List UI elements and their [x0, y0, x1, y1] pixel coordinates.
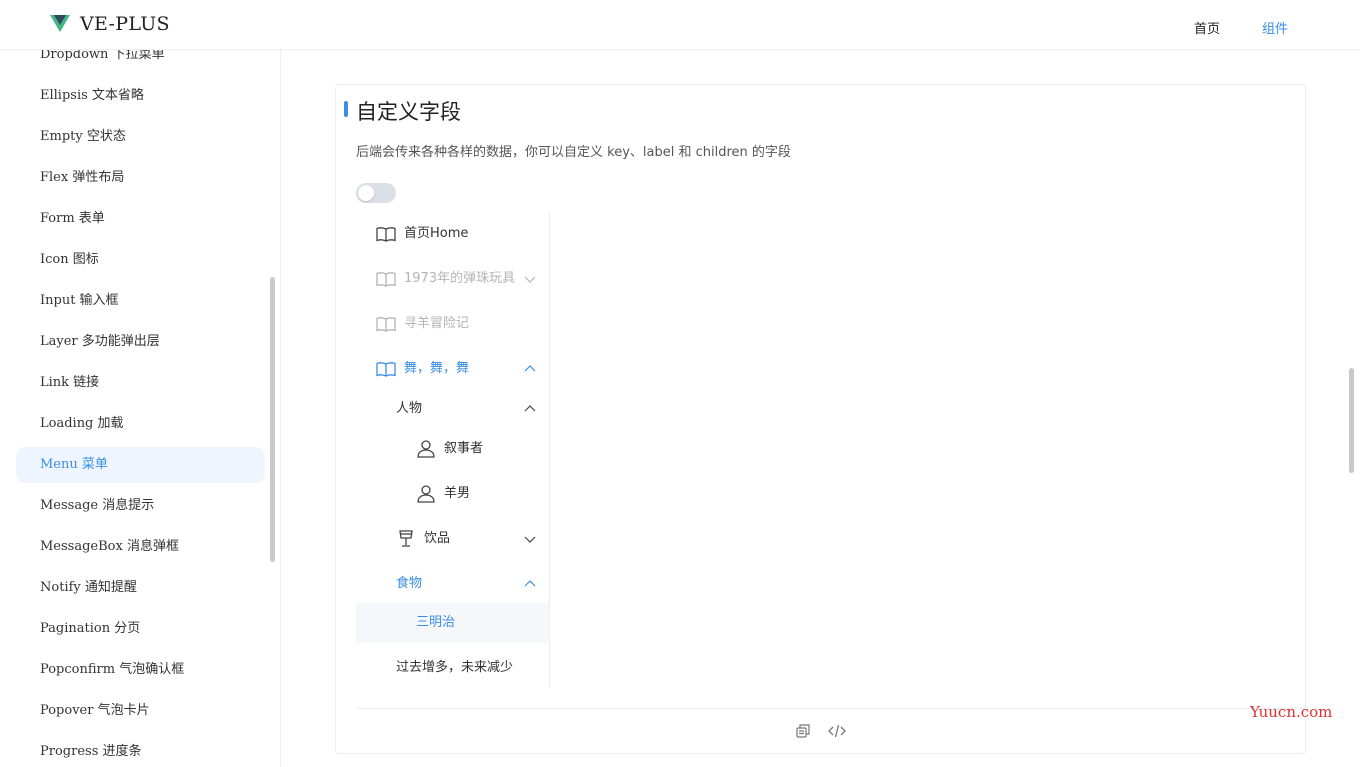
- sidebar-item-icon[interactable]: Icon 图标: [16, 242, 265, 278]
- menu-item-past-more[interactable]: 过去增多，未来减少: [356, 648, 549, 688]
- sidebar-item-dropdown[interactable]: Dropdown 下拉菜单: [16, 50, 265, 73]
- demo-menu: 首页Home 1973年的弹珠玩具 寻羊冒险记 舞，舞，舞 人物 叙事者 羊男 …: [356, 212, 550, 688]
- user-icon: [417, 440, 435, 458]
- sidebar-item-message[interactable]: Message 消息提示: [16, 488, 265, 524]
- menu-item-label: 首页Home: [404, 226, 469, 241]
- sidebar-item-form[interactable]: Form 表单: [16, 201, 265, 237]
- chevron-down-icon: [524, 276, 536, 283]
- menu-item-label: 三明治: [416, 615, 456, 630]
- top-header: VE-PLUS 首页 组件: [0, 0, 1360, 50]
- menu-item-narrator[interactable]: 叙事者: [356, 429, 549, 469]
- section-description: 后端会传来各种各样的数据，你可以自定义 key、label 和 children…: [356, 145, 791, 160]
- chevron-down-icon: [524, 536, 536, 543]
- menu-item-pinball[interactable]: 1973年的弹珠玩具: [356, 259, 549, 299]
- card-footer-divider: [356, 708, 1306, 709]
- switch-knob: [358, 185, 374, 201]
- book-icon: [376, 272, 396, 287]
- collapse-switch[interactable]: [356, 183, 396, 203]
- sidebar-item-progress[interactable]: Progress 进度条: [16, 734, 265, 767]
- code-icon[interactable]: [828, 723, 846, 739]
- user-icon: [417, 485, 435, 503]
- sidebar-item-flex[interactable]: Flex 弹性布局: [16, 160, 265, 196]
- cup-icon: [399, 530, 413, 547]
- brand-name[interactable]: VE-PLUS: [80, 13, 170, 35]
- nav-components-link[interactable]: 组件: [1262, 18, 1288, 37]
- book-icon: [376, 317, 396, 332]
- menu-item-sheep-man[interactable]: 羊男: [356, 474, 549, 514]
- book-icon: [376, 227, 396, 242]
- sidebar-item-popover[interactable]: Popover 气泡卡片: [16, 693, 265, 729]
- menu-item-label: 舞，舞，舞: [404, 361, 470, 376]
- sidebar-item-input[interactable]: Input 输入框: [16, 283, 265, 319]
- menu-item-label: 过去增多，未来减少: [396, 660, 514, 675]
- sidebar-item-layer[interactable]: Layer 多功能弹出层: [16, 324, 265, 360]
- sidebar: Dropdown 下拉菜单 Ellipsis 文本省略 Empty 空状态 Fl…: [0, 50, 281, 767]
- book-icon: [376, 362, 396, 377]
- menu-item-sheep-chase[interactable]: 寻羊冒险记: [356, 304, 549, 344]
- watermark-text: Yuucn.com: [1250, 703, 1333, 721]
- menu-item-sandwich[interactable]: 三明治: [356, 603, 549, 643]
- chevron-up-icon: [524, 405, 536, 412]
- menu-item-label: 饮品: [424, 531, 451, 546]
- menu-item-home[interactable]: 首页Home: [356, 214, 549, 254]
- sidebar-item-empty[interactable]: Empty 空状态: [16, 119, 265, 155]
- sidebar-item-popconfirm[interactable]: Popconfirm 气泡确认框: [16, 652, 265, 688]
- menu-item-label: 羊男: [444, 486, 471, 501]
- nav-home-link[interactable]: 首页: [1194, 18, 1220, 37]
- sidebar-item-loading[interactable]: Loading 加载: [16, 406, 265, 442]
- sidebar-item-link[interactable]: Link 链接: [16, 365, 265, 401]
- menu-group-characters[interactable]: 人物: [356, 389, 549, 429]
- menu-item-label: 人物: [396, 401, 423, 416]
- menu-group-food[interactable]: 食物: [356, 564, 549, 604]
- menu-item-label: 叙事者: [444, 441, 484, 456]
- menu-item-label: 寻羊冒险记: [404, 316, 470, 331]
- copy-icon[interactable]: [795, 723, 811, 739]
- sidebar-item-pagination[interactable]: Pagination 分页: [16, 611, 265, 647]
- page-scrollbar[interactable]: [1349, 368, 1354, 473]
- chevron-up-icon: [524, 580, 536, 587]
- sidebar-item-ellipsis[interactable]: Ellipsis 文本省略: [16, 78, 265, 114]
- section-title: 自定义字段: [356, 100, 461, 124]
- sidebar-item-messagebox[interactable]: MessageBox 消息弹框: [16, 529, 265, 565]
- menu-group-drinks[interactable]: 饮品: [356, 519, 549, 559]
- menu-item-label: 食物: [396, 576, 423, 591]
- sidebar-item-menu[interactable]: Menu 菜单: [16, 447, 265, 483]
- sidebar-item-notify[interactable]: Notify 通知提醒: [16, 570, 265, 606]
- menu-item-dance[interactable]: 舞，舞，舞: [356, 349, 549, 389]
- menu-item-label: 1973年的弹珠玩具: [404, 271, 516, 286]
- sidebar-scrollbar[interactable]: [270, 277, 275, 562]
- vue-logo-icon[interactable]: [50, 13, 70, 33]
- title-accent-bar: [344, 101, 348, 117]
- chevron-up-icon: [524, 365, 536, 372]
